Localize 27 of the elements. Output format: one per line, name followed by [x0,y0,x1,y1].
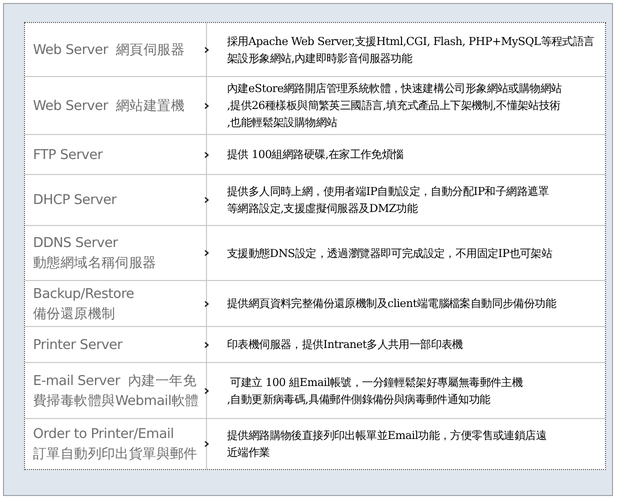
chevron-icon [204,250,209,256]
chevron-icon [204,102,209,109]
feature-description: 內建eStore網路開店管理系統軟體，快速建構公司形象網站或購物網站 ,提供26種樣板與簡繁英三國語言,填充式產品上下架機制,不懂架站技術 ,也能輕鬆架設購物網站 [227,81,562,131]
feature-name: FTP Server [33,146,102,164]
feature-description: 提供網頁資料完整備份還原機制及client端電腦檔案自動同步備份功能 [227,296,556,312]
chevron-icon [204,46,209,53]
feature-description: 可建立 100 組Email帳號，一分鐘輕鬆架好專屬無毒郵件主機 ,自動更新病毒碼,具備郵件側錄備份與病毒郵件通知功能 [227,374,523,408]
feature-description: 提供網路購物後直接列印出帳單並Email功能，方便零售或連鎖店遠 近端作業 [227,428,546,461]
chevron-icon [204,196,209,204]
feature-description: 提供 100組網路硬碟,在家工作免煩惱 [227,147,404,163]
feature-description: 支援動態DNS設定，透過瀏覽器即可完成設定，不用固定IP也可架站 [227,246,552,262]
chevron-icon [204,387,209,394]
feature-name: Web Server 網站建置機 [33,96,184,116]
feature-name: E-mail Server 內建一年免 費掃毒軟體與Webmail軟體 [33,372,199,410]
feature-name: DHCP Server [33,191,116,210]
chevron-icon [204,440,209,448]
feature-name: Backup/Restore 備份還原機制 [33,284,134,324]
chevron-icon [204,300,209,307]
feature-description: 印表機伺服器，提供Intranet多人共用一部印表機 [227,337,463,353]
feature-description: 採用Apache Web Server,支援Html,CGI, Flash, PHP+MySQL等程式語言 架設形象網站,內建即時影音伺服器功能 [227,34,594,66]
feature-name: Web Server 網頁伺服器 [33,40,184,60]
feature-description: 提供多人同時上網，使用者端IP自動設定，自動分配IP和子網路遮罩 等網路設定,支援虛擬伺服器及DMZ功能 [227,184,549,217]
chevron-icon [204,341,209,348]
feature-name: DDNS Server 動態網域名稱伺服器 [33,234,156,273]
feature-name: Order to Printer/Email 訂單自動列印出貨單與郵件 [33,425,198,464]
feature-name: Printer Server [33,336,122,354]
chevron-icon [204,151,209,158]
